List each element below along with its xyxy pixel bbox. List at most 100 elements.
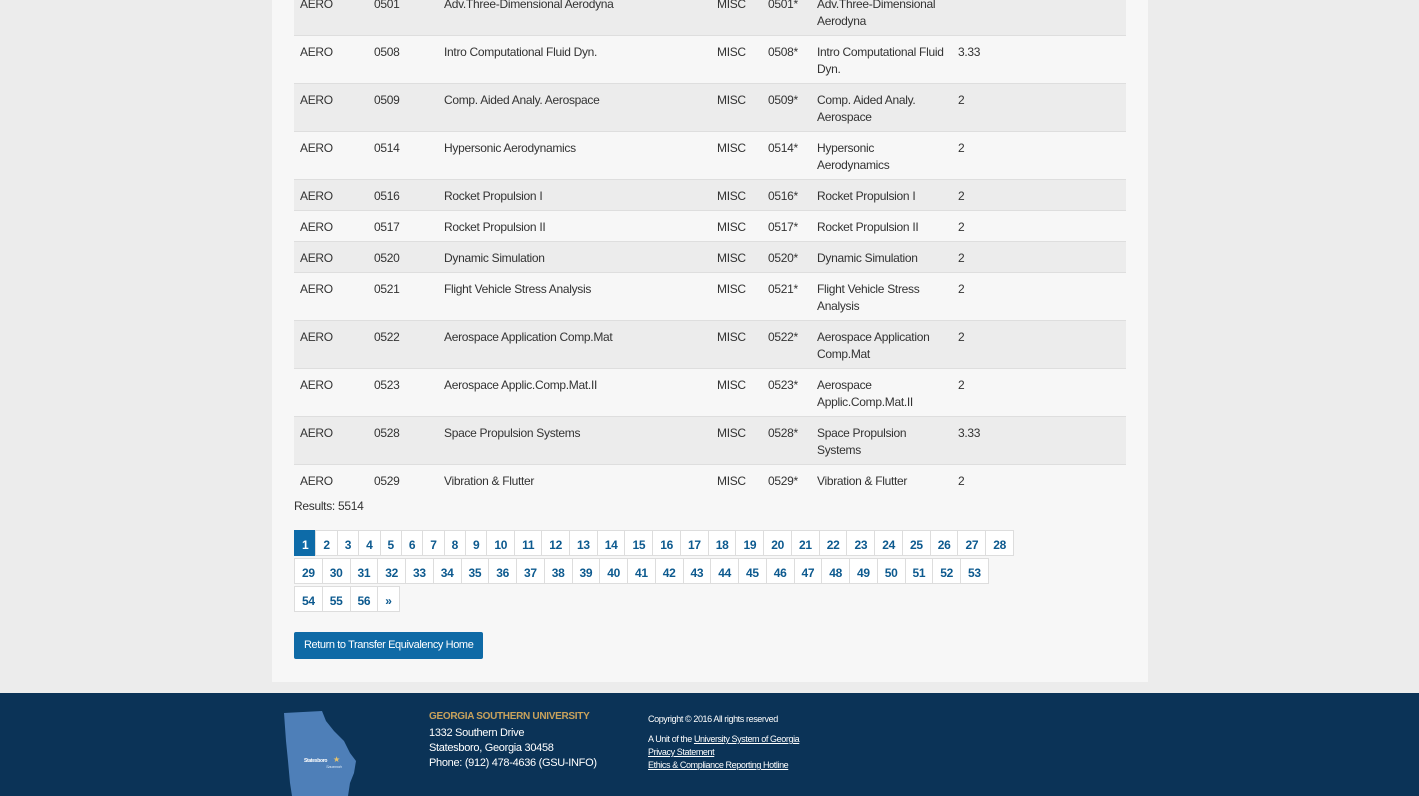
page-link[interactable]: 25 bbox=[901, 530, 931, 556]
page-link[interactable]: 4 bbox=[358, 530, 381, 556]
unit-line: A Unit of the University System of Georg… bbox=[648, 733, 800, 746]
page-link[interactable]: 22 bbox=[818, 530, 848, 556]
page-link[interactable]: 2 bbox=[315, 530, 338, 556]
legal-block: Copyright © 2016 All rights reserved A U… bbox=[648, 713, 800, 772]
page-link[interactable]: 48 bbox=[821, 558, 850, 584]
page-link[interactable]: 20 bbox=[763, 530, 792, 556]
credits-cell: 2 bbox=[952, 272, 1126, 321]
page-link[interactable]: 28 bbox=[985, 530, 1014, 556]
page-link[interactable]: 19 bbox=[735, 530, 765, 556]
page-link[interactable]: 44 bbox=[710, 558, 739, 584]
equiv-title-cell: Rocket Propulsion II bbox=[811, 210, 952, 242]
next-page-link[interactable]: » bbox=[377, 586, 400, 612]
course-title-cell: Intro Computational Fluid Dyn. bbox=[438, 35, 711, 84]
page-link[interactable]: 13 bbox=[568, 530, 598, 556]
page-link[interactable]: 38 bbox=[543, 558, 573, 584]
page-link[interactable]: 56 bbox=[349, 586, 379, 612]
page-link[interactable]: 14 bbox=[596, 530, 626, 556]
page-link[interactable]: 54 bbox=[294, 586, 323, 612]
page-link[interactable]: 3 bbox=[336, 530, 360, 556]
page-link[interactable]: 23 bbox=[846, 530, 876, 556]
page-link[interactable]: 43 bbox=[682, 558, 712, 584]
equiv-number-cell: 0517* bbox=[762, 210, 811, 242]
course-title-cell: Hypersonic Aerodynamics bbox=[438, 131, 711, 180]
return-home-button[interactable]: Return to Transfer Equivalency Home bbox=[294, 632, 484, 659]
table-row: AERO 0514 Hypersonic Aerodynamics MISC 0514*… bbox=[294, 131, 1126, 180]
page-link[interactable]: 53 bbox=[960, 558, 989, 584]
page-link[interactable]: 32 bbox=[377, 558, 406, 584]
page-link[interactable]: 55 bbox=[321, 586, 351, 612]
page-link[interactable]: 15 bbox=[624, 530, 654, 556]
phone-line: Phone: (912) 478-4636 (GSU-INFO) bbox=[429, 757, 597, 769]
page-link[interactable]: 41 bbox=[627, 558, 656, 584]
equiv-number-cell: 0516* bbox=[762, 179, 811, 211]
equiv-number-cell: 0514* bbox=[762, 131, 811, 180]
page-link[interactable]: 6 bbox=[400, 530, 424, 556]
pagination-row: 29 30 31 32 33 34 35 36 37 38 39 40 41 42 43 44 45 46 47 48… bbox=[294, 558, 1124, 586]
page-link[interactable]: 50 bbox=[876, 558, 906, 584]
page-link[interactable]: 40 bbox=[599, 558, 628, 584]
page-link[interactable]: 10 bbox=[486, 530, 516, 556]
page-link[interactable]: 26 bbox=[929, 530, 959, 556]
subject-cell: AERO bbox=[294, 464, 368, 495]
equiv-title-cell: Flight Vehicle Stress Analysis bbox=[811, 272, 952, 321]
page-link[interactable]: 33 bbox=[405, 558, 434, 584]
ethics-link[interactable]: Ethics & Compliance Reporting Hotline bbox=[648, 760, 789, 770]
address-block: 1332 Southern Drive Statesboro, Georgia … bbox=[429, 726, 597, 771]
page-link[interactable]: 7 bbox=[422, 530, 445, 556]
course-number-cell: 0523 bbox=[368, 368, 438, 417]
star-icon: ★ bbox=[333, 755, 340, 764]
page-link[interactable]: 51 bbox=[904, 558, 934, 584]
page-link[interactable]: 18 bbox=[707, 530, 737, 556]
credits-cell: 2 bbox=[952, 368, 1126, 417]
page-link[interactable]: 34 bbox=[432, 558, 462, 584]
page-link[interactable]: 35 bbox=[460, 558, 490, 584]
page-link[interactable]: 16 bbox=[652, 530, 681, 556]
page-link[interactable]: 52 bbox=[932, 558, 961, 584]
course-title-cell: Flight Vehicle Stress Analysis bbox=[438, 272, 711, 321]
page-link[interactable]: 12 bbox=[541, 530, 570, 556]
subject-cell: AERO bbox=[294, 179, 368, 211]
course-number-cell: 0501 bbox=[368, 0, 438, 36]
page-link[interactable]: 5 bbox=[379, 530, 402, 556]
table-row: AERO 0523 Aerospace Applic.Comp.Mat.II MISC… bbox=[294, 368, 1126, 417]
equiv-title-cell: Adv.Three-Dimensional Aerodyna bbox=[811, 0, 952, 36]
course-title-cell: Dynamic Simulation bbox=[438, 241, 711, 273]
privacy-link[interactable]: Privacy Statement bbox=[648, 747, 715, 757]
page-link[interactable]: 39 bbox=[571, 558, 601, 584]
page-link[interactable]: 31 bbox=[349, 558, 379, 584]
page-link[interactable]: 30 bbox=[321, 558, 351, 584]
pagination-row: 54 55 56» bbox=[294, 586, 1124, 614]
page-link[interactable]: 27 bbox=[957, 530, 987, 556]
page-link[interactable]: 46 bbox=[765, 558, 795, 584]
subject-cell: AERO bbox=[294, 416, 368, 465]
page-link[interactable]: 9 bbox=[465, 530, 488, 556]
page-link[interactable]: 11 bbox=[514, 530, 543, 556]
course-number-cell: 0514 bbox=[368, 131, 438, 180]
page-link[interactable]: 36 bbox=[488, 558, 517, 584]
page-link[interactable]: 42 bbox=[654, 558, 684, 584]
page-link[interactable]: 24 bbox=[874, 530, 903, 556]
equiv-subject-cell: MISC bbox=[711, 210, 762, 242]
table-row: AERO 0508 Intro Computational Fluid Dyn. MI… bbox=[294, 35, 1126, 84]
credits-cell: 2 bbox=[952, 320, 1126, 369]
course-title-cell: Space Propulsion Systems bbox=[438, 416, 711, 465]
page-link[interactable]: 47 bbox=[793, 558, 823, 584]
table-row: AERO 0528 Space Propulsion Systems MISC 0528… bbox=[294, 416, 1126, 465]
course-number-cell: 0520 bbox=[368, 241, 438, 273]
equiv-number-cell: 0522* bbox=[762, 320, 811, 369]
page-link[interactable]: 21 bbox=[790, 530, 820, 556]
subject-cell: AERO bbox=[294, 272, 368, 321]
page-link[interactable]: 1 bbox=[294, 530, 317, 556]
page-link[interactable]: 8 bbox=[443, 530, 466, 556]
equiv-subject-cell: MISC bbox=[711, 368, 762, 417]
page-link[interactable]: 17 bbox=[679, 530, 709, 556]
usg-link[interactable]: University System of Georgia bbox=[694, 734, 800, 744]
credits-cell: 2 bbox=[952, 83, 1126, 132]
equiv-subject-cell: MISC bbox=[711, 35, 762, 84]
page-link[interactable]: 29 bbox=[294, 558, 323, 584]
page-link[interactable]: 45 bbox=[738, 558, 767, 584]
map-label-statesboro: Statesboro bbox=[304, 758, 327, 764]
page-link[interactable]: 49 bbox=[849, 558, 878, 584]
page-link[interactable]: 37 bbox=[516, 558, 545, 584]
